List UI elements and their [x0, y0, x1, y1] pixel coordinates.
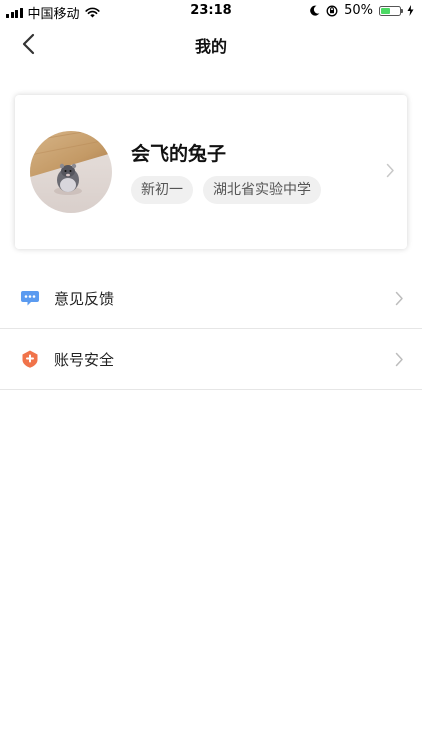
hamster-photo	[30, 131, 112, 213]
profile-card[interactable]: 会飞的兔子 新初一 湖北省实验中学	[15, 95, 407, 249]
chevron-right-icon	[395, 352, 403, 366]
menu-item-feedback[interactable]: 意见反馈	[0, 268, 422, 329]
rotation-lock-icon	[326, 5, 338, 16]
avatar[interactable]	[30, 131, 112, 213]
grade-tag: 新初一	[131, 176, 193, 204]
page-title: 我的	[194, 37, 227, 56]
battery-fill	[381, 7, 390, 14]
moon-icon	[310, 5, 320, 16]
menu-item-account-security[interactable]: 账号安全	[0, 329, 422, 390]
battery-icon	[379, 5, 403, 16]
profile-chevron[interactable]	[386, 163, 395, 182]
menu-label-feedback: 意见反馈	[54, 289, 115, 308]
chevron-right-icon	[386, 163, 394, 178]
nav-bar: 我的	[0, 22, 422, 66]
menu-label-account-security: 账号安全	[54, 350, 115, 369]
battery-percent: 50%	[344, 3, 373, 18]
settings-menu: 意见反馈 账号安全	[0, 268, 422, 390]
school-tag: 湖北省实验中学	[203, 176, 321, 204]
status-bar: 中国移动 23:18 50%	[0, 0, 422, 22]
status-right: 50%	[310, 3, 414, 18]
feedback-chat-icon	[21, 291, 39, 306]
charging-icon	[407, 5, 414, 16]
shield-icon	[22, 350, 38, 368]
chevron-right-icon	[395, 291, 403, 305]
profile-name: 会飞的兔子	[131, 143, 227, 165]
profile-tags: 新初一 湖北省实验中学	[131, 176, 321, 204]
